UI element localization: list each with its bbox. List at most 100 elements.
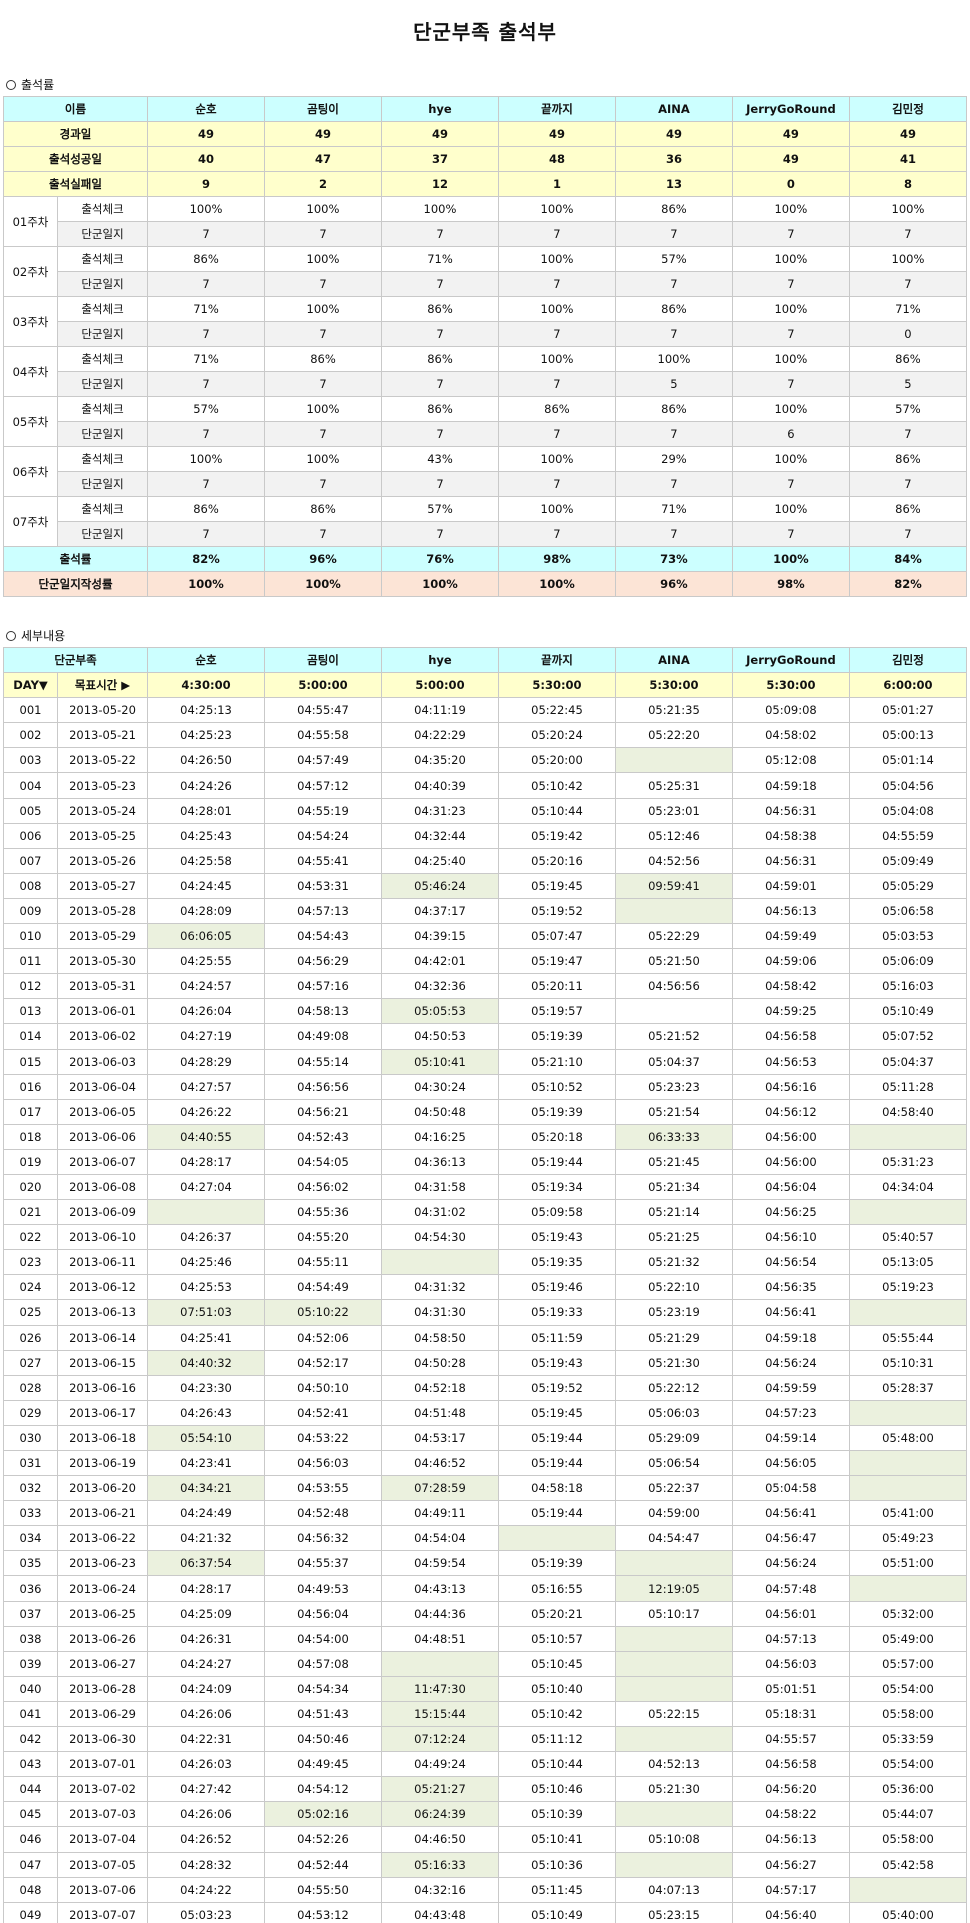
week-label: 05주차 [3,396,58,447]
date-cell: 2013-06-22 [56,1525,149,1552]
time-cell: 06:33:33 [614,1123,733,1150]
time-cell: 06:37:54 [147,1550,265,1577]
time-cell: 05:19:57 [497,998,616,1025]
time-cell: 04:25:40 [380,847,499,874]
member-name: 순호 [147,646,265,674]
value-cell: 57% [147,396,265,422]
date-cell: 2013-06-03 [56,1048,149,1075]
time-cell: 05:19:34 [497,1173,616,1201]
date-cell: 2013-06-17 [56,1399,149,1426]
time-cell: 05:10:39 [497,1801,616,1828]
day-number: 046 [3,1826,58,1853]
time-cell: 04:56:41 [731,1299,850,1326]
header-row: 단군부족 순호 곰팅이 hye 끝까지 AINA JerryGoRound 김민정 [2,646,968,674]
time-cell: 05:20:21 [497,1600,616,1627]
value-cell: 84% [848,546,968,572]
row-label: 경과일 [2,121,149,147]
week-check-row: 05주차 출석체크 57% 100% 86% 86% 86% 100% 57% [3,396,968,447]
time-cell: 05:33:59 [848,1726,968,1753]
value-cell: 7 [614,521,733,547]
time-cell: 04:25:46 [147,1249,265,1276]
goal-time: 5:30:00 [731,672,850,699]
day-number: 026 [3,1324,58,1351]
time-cell [614,747,733,774]
time-cell: 05:29:09 [614,1424,733,1452]
time-cell: 04:30:24 [380,1073,499,1100]
time-cell: 04:56:24 [731,1349,850,1376]
value-cell: 7 [147,521,265,547]
time-cell: 05:19:44 [497,1424,616,1452]
time-cell: 04:25:13 [147,697,265,724]
day-sort-header[interactable]: DAY▼ [3,672,58,699]
time-cell: 04:24:09 [147,1675,265,1702]
time-cell: 04:25:09 [147,1600,265,1627]
time-cell [848,1475,968,1502]
time-cell: 05:21:25 [614,1224,733,1251]
table-row: 013 2013-06-01 04:26:04 04:58:13 05:05:53 05:… [3,998,968,1025]
time-cell: 05:10:42 [497,772,616,799]
row-label: 단군일지작성률 [2,571,149,597]
time-cell: 04:26:50 [147,747,265,774]
time-cell: 05:21:29 [614,1324,733,1351]
time-cell: 04:56:58 [731,1023,850,1050]
time-cell: 04:37:17 [380,897,499,925]
time-cell: 04:55:20 [264,1224,382,1251]
table-row: 021 2013-06-09 04:55:36 04:31:02 05:09:58 05:… [3,1199,968,1226]
circle-icon [6,79,16,90]
day-number: 016 [3,1073,58,1100]
time-cell: 04:56:53 [731,1048,850,1075]
value-cell: 7 [147,271,265,297]
time-cell: 04:46:52 [380,1449,499,1477]
header-cell: 단군부족 [2,646,149,674]
time-cell: 05:12:46 [614,822,733,849]
row-label: 출석체크 [56,496,149,522]
time-cell: 04:54:12 [264,1776,382,1803]
member-name: hye [380,646,499,674]
time-cell: 04:52:43 [264,1123,382,1150]
time-cell: 05:10:36 [497,1851,616,1878]
value-cell: 7 [264,221,382,247]
value-cell: 7 [380,371,499,397]
table-row: 011 2013-05-30 04:25:55 04:56:29 04:42:01 05:… [3,948,968,975]
week-label: 01주차 [3,196,58,247]
time-cell: 05:10:52 [497,1073,616,1100]
time-cell: 04:31:30 [380,1299,499,1326]
time-cell: 04:55:47 [264,697,382,724]
time-cell: 15:15:44 [380,1700,499,1728]
time-cell: 05:54:00 [848,1751,968,1778]
time-cell [614,1726,733,1753]
time-cell: 05:10:31 [848,1349,968,1376]
value-cell: 36 [614,146,733,172]
value-cell: 49 [147,121,265,147]
table-row: 035 2013-06-23 06:37:54 04:55:37 04:59:54 05:… [3,1550,968,1577]
time-cell: 04:32:16 [380,1876,499,1903]
time-cell: 04:56:25 [731,1199,850,1226]
time-cell: 05:22:37 [614,1475,733,1502]
time-cell: 05:46:24 [380,872,499,899]
time-cell: 04:21:32 [147,1525,265,1552]
time-cell: 04:59:18 [731,1324,850,1351]
time-cell: 04:27:19 [147,1023,265,1050]
date-cell: 2013-06-26 [56,1625,149,1652]
date-cell: 2013-06-04 [56,1073,149,1100]
value-cell: 7 [731,321,850,347]
time-cell: 04:57:08 [264,1650,382,1677]
value-cell: 96% [264,546,382,572]
time-cell: 05:16:03 [848,973,968,1000]
value-cell: 100% [380,571,499,597]
row-label: 단군일지 [56,371,149,397]
table-row: 008 2013-05-27 04:24:45 04:53:31 05:46:24 05:… [3,872,968,899]
value-cell: 96% [614,571,733,597]
time-cell: 04:27:57 [147,1073,265,1100]
day-number: 007 [3,847,58,874]
week-label: 04주차 [3,346,58,397]
time-cell: 05:01:51 [731,1675,850,1702]
time-cell: 05:19:43 [497,1349,616,1376]
value-cell: 7 [614,321,733,347]
time-cell: 04:55:59 [848,822,968,849]
value-cell: 71% [380,246,499,272]
time-cell: 04:32:36 [380,973,499,1000]
value-cell: 71% [848,296,968,322]
row-label: 출석체크 [56,246,149,272]
table-row: 015 2013-06-03 04:28:29 04:55:14 05:10:41 05:… [3,1048,968,1075]
